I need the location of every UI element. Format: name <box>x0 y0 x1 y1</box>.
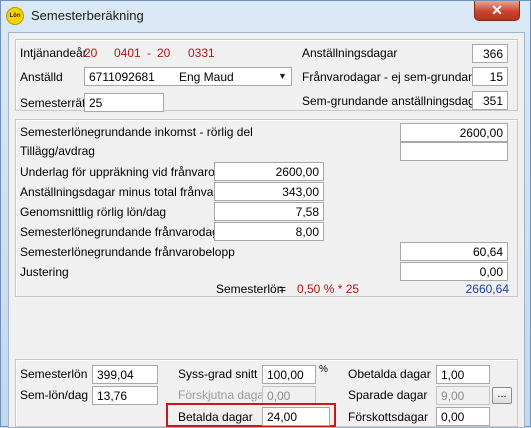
semesterratt-field[interactable]: 25 <box>84 93 164 112</box>
window-title: Semesterberäkning <box>31 8 144 23</box>
semesterlon-formula-label: Semesterlön <box>216 282 284 296</box>
semgrundande-anstallningsdagar-label: Sem-grundande anställningsdagar <box>302 94 486 108</box>
intjanandear-start-prefix: 20 <box>84 46 98 60</box>
semgrundande-franvarodagar-label: Semesterlönegrundande frånvarodagar <box>20 225 230 239</box>
intjanandear-end-suffix: 0331 <box>188 46 215 60</box>
anstallningsdagar-label: Anställningsdagar <box>302 46 398 60</box>
close-button[interactable]: ✕ <box>474 1 520 21</box>
justering-field[interactable]: 0,00 <box>400 262 508 281</box>
genomsnitt-field[interactable]: 7,58 <box>214 202 324 221</box>
intjanandear-separator: - <box>147 46 151 60</box>
franvarodagar-ej-semgrundande-field[interactable]: 15 <box>472 67 508 86</box>
anstalld-label: Anställd <box>20 70 63 84</box>
anstalld-number: 6711092681 <box>89 70 155 84</box>
inkomst-field[interactable]: 2600,00 <box>400 123 508 142</box>
semlondag-label: Sem-lön/dag <box>20 388 89 402</box>
window-client-area: Intjänandeår 20 0401 - 20 0331 Anställd … <box>8 32 525 428</box>
genomsnitt-label: Genomsnittlig rörlig lön/dag <box>20 205 167 219</box>
sparade-dagar-browse-button[interactable]: ... <box>492 387 512 404</box>
intjanandear-label: Intjänandeår <box>20 46 87 60</box>
chevron-down-icon[interactable]: ▼ <box>274 68 291 85</box>
semgrundande-anstallningsdagar-field[interactable]: 351 <box>472 91 508 110</box>
intjanandear-start-suffix: 0401 <box>114 46 141 60</box>
semesterratt-label: Semesterrätt <box>20 96 89 110</box>
justering-label: Justering <box>20 265 69 279</box>
semesterberakning-window: Lön Semesterberäkning ✕ Intjänandeår 20 … <box>0 0 531 428</box>
underlag-label: Underlag för uppräkning vid frånvaro <box>20 165 215 179</box>
sparade-dagar-label: Sparade dagar <box>348 388 428 402</box>
syssgrad-field[interactable]: 100,00 <box>262 365 316 384</box>
anstallningsdagar-field[interactable]: 366 <box>472 44 508 63</box>
anstalld-name: Eng Maud <box>179 70 234 84</box>
semesterlon-label: Semesterlön <box>20 367 88 381</box>
forskjutna-dagar-label: Förskjutna dagar <box>178 388 269 402</box>
semlondag-field[interactable]: 13,76 <box>92 386 158 405</box>
tillagg-avdrag-label: Tillägg/avdrag <box>20 144 95 158</box>
lon-app-icon: Lön <box>6 7 24 25</box>
tillagg-avdrag-field[interactable] <box>400 142 508 161</box>
semesterlon-equals: = <box>279 282 287 296</box>
employee-panel: Intjänandeår 20 0401 - 20 0331 Anställd … <box>15 39 518 112</box>
percent-unit: % <box>319 364 328 375</box>
forskottsdagar-field[interactable]: 0,00 <box>436 407 490 426</box>
semesterlon-formula: 0,50 % * 25 <box>297 282 360 296</box>
inkomst-label: Semesterlönegrundande inkomst - rörlig d… <box>20 125 253 139</box>
betalda-dagar-label: Betalda dagar <box>178 410 253 424</box>
title-bar: Lön Semesterberäkning ✕ <box>1 1 530 31</box>
semgrundande-franvarodagar-field[interactable]: 8,00 <box>214 222 324 241</box>
franvarodagar-ej-semgrundande-label: Frånvarodagar - ej sem-grundande <box>302 70 489 84</box>
underlag-field[interactable]: 2600,00 <box>214 162 324 181</box>
betalda-dagar-field[interactable]: 24,00 <box>262 407 330 426</box>
franvarobelopp-label: Semesterlönegrundande frånvarobelopp <box>20 245 235 259</box>
anstalld-combobox[interactable]: 6711092681 Eng Maud ▼ <box>84 67 292 86</box>
calculation-panel: Semesterlönegrundande inkomst - rörlig d… <box>15 119 518 297</box>
semesterlon-field[interactable]: 399,04 <box>92 365 158 384</box>
sparade-dagar-field: 9,00 <box>436 386 490 405</box>
obetalda-dagar-field[interactable]: 1,00 <box>436 365 490 384</box>
obetalda-dagar-label: Obetalda dagar <box>348 367 431 381</box>
intjanandear-end-prefix: 20 <box>157 46 171 60</box>
franvarobelopp-field[interactable]: 60,64 <box>400 242 508 261</box>
semesterlon-total: 2660,64 <box>465 282 509 296</box>
syssgrad-label: Syss-grad snitt <box>178 367 258 381</box>
anstdagar-minus-label: Anställningsdagar minus total frånvaro <box>20 185 225 199</box>
forskottsdagar-label: Förskottsdagar <box>348 410 429 424</box>
anstdagar-minus-field[interactable]: 343,00 <box>214 182 324 201</box>
summary-panel: Semesterlön 399,04 Sem-lön/dag 13,76 Sys… <box>15 359 518 427</box>
